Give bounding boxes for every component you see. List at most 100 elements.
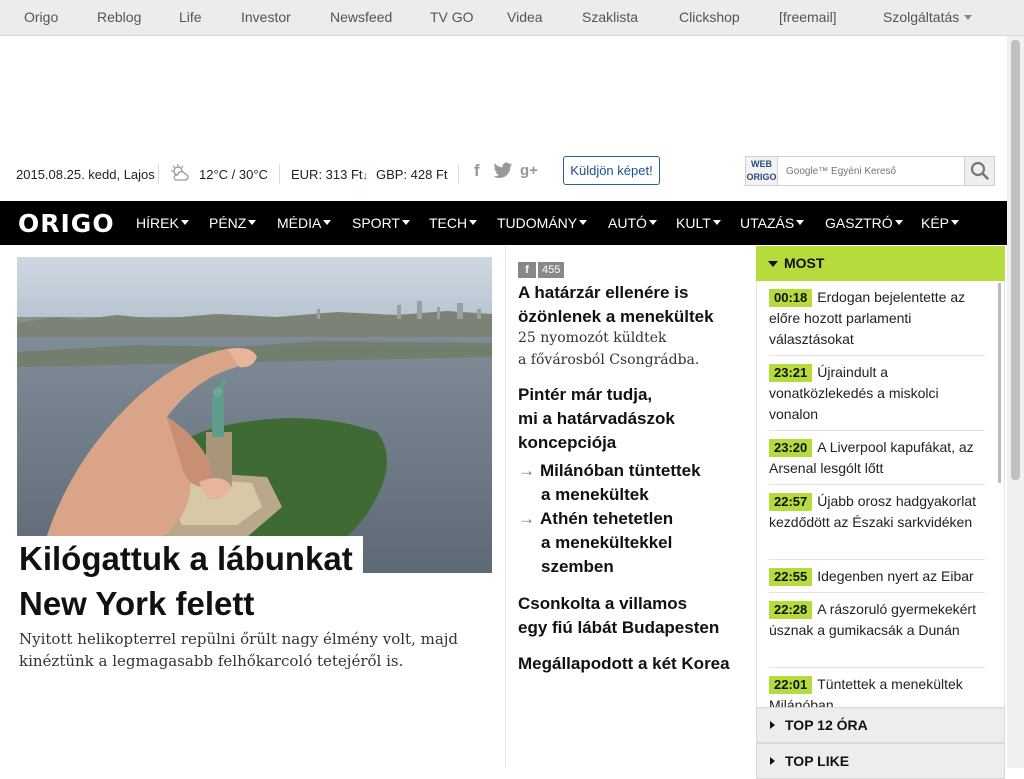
hero-image[interactable] [17,257,492,573]
headline-line: mi a határvadászok [518,409,675,428]
facebook-share-badge[interactable]: f 455 [518,262,565,278]
most-list: 00:18 Erdogan bejelentette az előre hozot… [756,281,1005,707]
nav-tudomany[interactable]: TUDOMÁNY [497,215,588,231]
facebook-icon[interactable]: f [474,161,480,181]
nav-sport[interactable]: SPORT [352,215,410,231]
send-photo-button[interactable]: Küldjön képet! [563,156,660,185]
tab-toplike-label: TOP LIKE [785,753,850,769]
time-badge: 23:21 [769,364,813,382]
nav-tech-label: TECH [429,215,468,231]
chevron-down-icon [951,220,960,225]
nav-utazas[interactable]: UTAZÁS [740,215,805,231]
chevron-down-icon [323,220,332,225]
headline-line: koncepciója [518,433,617,452]
headline-line: Csonkolta a villamos [518,594,688,613]
chevron-right-icon [770,757,775,765]
tab-toplike[interactable]: TOP LIKE [756,743,1005,779]
topnav-szolgaltatas[interactable]: Szolgáltatás [883,9,973,25]
chevron-down-icon [648,220,657,225]
eur-rate: EUR: 313 Ft↓ [291,167,368,182]
list-item-text: Idegenben nyert az Eibar [817,568,974,584]
nav-gasztro[interactable]: GASZTRÓ [825,215,903,231]
headline-line: Pintér már tudja, [518,385,653,404]
headline-villamos[interactable]: Csonkolta a villamos egy fiú lábát Budap… [518,592,719,640]
time-badge: 23:20 [769,439,813,457]
divider [769,592,985,593]
topnav-newsfeed[interactable]: Newsfeed [330,9,392,25]
twitter-icon[interactable] [493,162,513,183]
headline-hatarzar-sub: 25 nyomozót küldtek a fővárosból Csongrá… [518,327,699,371]
topnav-tvgo[interactable]: TV GO [430,9,474,25]
headline-hatarzar[interactable]: A határzár ellenére is özönlenek a menek… [518,281,714,329]
column-divider [505,245,506,768]
nav-penz[interactable]: PÉNZ [209,215,257,231]
list-item[interactable]: 23:20 A Liverpool kapufákat, az Arsenal l… [769,437,985,479]
topnav-investor[interactable]: Investor [241,9,291,25]
headline-line: egy fiú lábát Budapesten [518,618,720,637]
nav-kult-label: KULT [676,215,711,231]
topnav-clickshop[interactable]: Clickshop [679,9,740,25]
facebook-icon: f [518,262,536,278]
topnav-reblog[interactable]: Reblog [97,9,141,25]
weather-icon [170,163,190,186]
topnav-szaklista[interactable]: Szaklista [582,9,638,25]
hero-title-line1[interactable]: Kilógattuk a lábunkat [17,536,363,578]
google-plus-icon[interactable]: g+ [520,162,538,179]
nav-auto-label: AUTÓ [608,215,647,231]
nav-auto[interactable]: AUTÓ [608,215,657,231]
most-tab[interactable]: MOST [756,246,1005,281]
chevron-down-icon [768,261,778,267]
hero-title-line2[interactable]: New York felett [19,585,254,623]
subline: 25 nyomozót küldtek [518,330,667,346]
nav-hirek[interactable]: HÍREK [136,215,189,231]
search-label-origo: ORIGO [746,172,777,182]
nav-kep[interactable]: KÉP [921,215,960,231]
time-badge: 00:18 [769,289,813,307]
divider [458,164,459,184]
list-item[interactable]: 00:18 Erdogan bejelentette az előre hozot… [769,287,985,350]
origo-logo[interactable]: ORIGO [18,209,115,238]
search-input[interactable] [780,159,965,183]
headline-pinter[interactable]: Pintér már tudja, mi a határvadászok kon… [518,383,675,455]
chevron-down-icon [180,220,189,225]
time-badge: 22:57 [769,493,813,511]
list-item[interactable]: 22:28 A rászoruló gyermekekért úsznak a g… [769,599,985,641]
time-badge: 22:28 [769,601,813,619]
topnav-freemail[interactable]: [freemail] [779,9,837,25]
page-scrollbar-thumb[interactable] [1011,40,1020,480]
list-item[interactable]: 22:57 Újabb orosz hadgyakorlat kezdődött … [769,491,985,533]
list-item[interactable]: 23:21 Újraindult a vonatközlekedés a misk… [769,362,985,425]
chevron-right-icon [770,721,775,729]
tab-top12[interactable]: TOP 12 ÓRA [756,707,1005,743]
list-item[interactable]: 22:55 Idegenben nyert az Eibar [769,566,985,587]
share-count: 455 [538,262,565,278]
most-list-scrollbar[interactable] [998,283,1001,483]
topnav-videa[interactable]: Videa [507,9,543,25]
list-item[interactable]: 22:01 Tüntettek a menekültek Milánóban [769,674,985,707]
chevron-down-icon [894,220,903,225]
headline-line: özönlenek a menekültek [518,307,714,326]
related-link-athen[interactable]: → Athén tehetetlen a menekültekkel szembe… [518,507,673,579]
topnav-life[interactable]: Life [179,9,202,25]
arrow-right-icon: → [518,509,535,528]
nav-hirek-label: HÍREK [136,215,179,231]
nav-utazas-label: UTAZÁS [740,215,795,231]
chevron-down-icon [579,220,588,225]
chevron-down-icon [712,220,721,225]
arrow-down-icon: ↓ [362,170,369,182]
related-line: Milánóban tüntettek [540,461,701,480]
divider [769,484,985,485]
topnav-origo[interactable]: Origo [24,9,58,25]
nav-media[interactable]: MÉDIA [277,215,332,231]
nav-media-label: MÉDIA [277,215,322,231]
web-origo-logo[interactable]: WEB ORIGO [746,157,778,185]
chevron-down-icon [469,220,478,225]
search-button[interactable] [964,157,994,185]
nav-tech[interactable]: TECH [429,215,478,231]
tab-top12-label: TOP 12 ÓRA [785,717,868,733]
headline-line: A határzár ellenére is [518,283,689,302]
nav-kult[interactable]: KULT [676,215,721,231]
headline-korea[interactable]: Megállapodott a két Korea [518,652,730,676]
nav-penz-label: PÉNZ [209,215,247,231]
related-link-milano[interactable]: → Milánóban tüntettek a menekültek [518,459,701,507]
